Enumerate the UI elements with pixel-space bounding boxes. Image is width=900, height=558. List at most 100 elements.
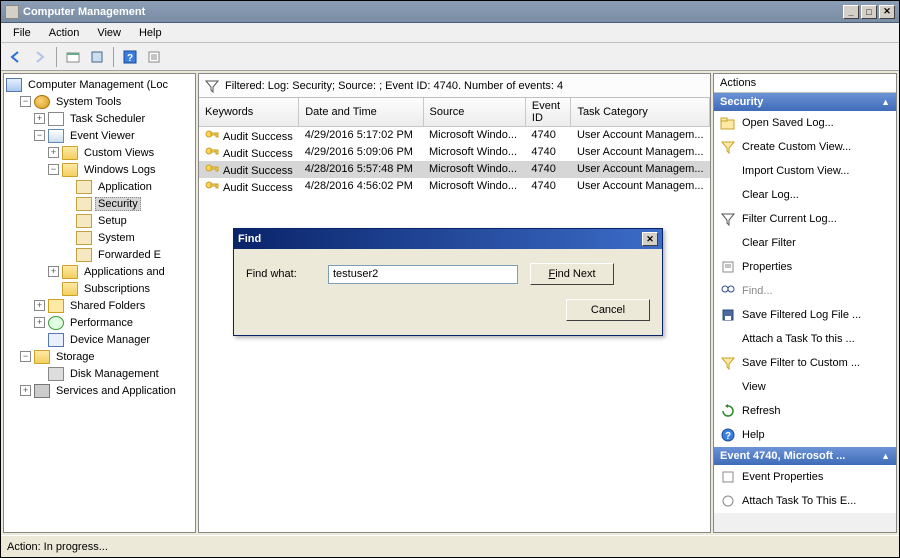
action-open-saved-log[interactable]: Open Saved Log... bbox=[714, 111, 896, 135]
window-title: Computer Management bbox=[23, 6, 843, 18]
menu-view[interactable]: View bbox=[89, 25, 129, 41]
tree-system[interactable]: System bbox=[60, 229, 195, 246]
filter-bar: Filtered: Log: Security; Source: ; Event… bbox=[199, 74, 710, 98]
collapse-arrow-icon: ▲ bbox=[881, 97, 890, 107]
tree-disk-management[interactable]: Disk Management bbox=[32, 365, 195, 382]
tree-shared-folders[interactable]: +Shared Folders bbox=[32, 297, 195, 314]
col-date-time[interactable]: Date and Time bbox=[299, 98, 423, 127]
expand-icon[interactable]: + bbox=[48, 147, 59, 158]
tree-device-manager[interactable]: Device Manager bbox=[32, 331, 195, 348]
find-what-input[interactable] bbox=[328, 265, 518, 284]
key-icon bbox=[205, 179, 219, 191]
app-icon bbox=[5, 5, 19, 19]
action-help[interactable]: ?Help bbox=[714, 423, 896, 447]
toolbar-help-icon[interactable]: ? bbox=[119, 46, 141, 68]
expand-icon[interactable]: + bbox=[20, 385, 31, 396]
menu-file[interactable]: File bbox=[5, 25, 39, 41]
toolbar-separator bbox=[113, 47, 114, 67]
collapse-arrow-icon: ▲ bbox=[881, 451, 890, 461]
collapse-icon[interactable]: − bbox=[20, 351, 31, 362]
window-titlebar: Computer Management _ □ ✕ bbox=[1, 1, 899, 23]
action-properties[interactable]: Properties bbox=[714, 255, 896, 279]
menu-help[interactable]: Help bbox=[131, 25, 170, 41]
toolbar-icon-2[interactable] bbox=[86, 46, 108, 68]
tree-pane[interactable]: Computer Management (Loc −System Tools +… bbox=[3, 73, 196, 533]
action-clear-filter[interactable]: Clear Filter bbox=[714, 231, 896, 255]
actions-pane: Actions Security ▲ Open Saved Log... Cre… bbox=[713, 73, 897, 533]
toolbar-icon-1[interactable] bbox=[62, 46, 84, 68]
action-save-filter-custom[interactable]: Save Filter to Custom ... bbox=[714, 351, 896, 375]
action-filter-current-log[interactable]: Filter Current Log... bbox=[714, 207, 896, 231]
find-next-button[interactable]: Find Next bbox=[530, 263, 614, 285]
actions-section-security[interactable]: Security ▲ bbox=[714, 93, 896, 111]
expand-icon[interactable]: + bbox=[48, 266, 59, 277]
find-dialog: Find ✕ Find what: Find Next Cancel bbox=[233, 228, 663, 336]
menubar: File Action View Help bbox=[1, 23, 899, 43]
find-dialog-titlebar[interactable]: Find ✕ bbox=[234, 229, 662, 249]
tree-custom-views[interactable]: +Custom Views bbox=[46, 144, 195, 161]
tree-root[interactable]: Computer Management (Loc bbox=[4, 76, 195, 93]
collapse-icon[interactable]: − bbox=[20, 96, 31, 107]
collapse-icon[interactable]: − bbox=[34, 130, 45, 141]
action-clear-log[interactable]: Clear Log... bbox=[714, 183, 896, 207]
action-attach-task-event[interactable]: Attach Task To This E... bbox=[714, 489, 896, 513]
expand-icon[interactable]: + bbox=[34, 317, 45, 328]
tree-services-and[interactable]: +Services and Application bbox=[18, 382, 195, 399]
key-icon bbox=[205, 128, 219, 140]
action-event-properties[interactable]: Event Properties bbox=[714, 465, 896, 489]
status-text: Action: In progress... bbox=[7, 541, 108, 553]
action-find[interactable]: Find... bbox=[714, 279, 896, 303]
table-row[interactable]: Audit Success4/28/2016 4:56:02 PMMicroso… bbox=[199, 178, 710, 195]
toolbar: ? bbox=[1, 43, 899, 71]
tree-windows-logs[interactable]: −Windows Logs bbox=[46, 161, 195, 178]
filter-text: Filtered: Log: Security; Source: ; Event… bbox=[225, 80, 563, 92]
svg-text:?: ? bbox=[725, 431, 731, 442]
col-source[interactable]: Source bbox=[423, 98, 525, 127]
tree-subscriptions[interactable]: Subscriptions bbox=[46, 280, 195, 297]
tree-forwarded[interactable]: Forwarded E bbox=[60, 246, 195, 263]
find-dialog-close-button[interactable]: ✕ bbox=[642, 232, 658, 246]
tree-setup[interactable]: Setup bbox=[60, 212, 195, 229]
action-refresh[interactable]: Refresh bbox=[714, 399, 896, 423]
tree-application[interactable]: Application bbox=[60, 178, 195, 195]
tree-system-tools[interactable]: −System Tools bbox=[18, 93, 195, 110]
toolbar-separator bbox=[56, 47, 57, 67]
col-event-id[interactable]: Event ID bbox=[525, 98, 571, 127]
find-dialog-title: Find bbox=[238, 233, 261, 245]
actions-section-event[interactable]: Event 4740, Microsoft ... ▲ bbox=[714, 447, 896, 465]
action-save-filtered[interactable]: Save Filtered Log File ... bbox=[714, 303, 896, 327]
toolbar-icon-3[interactable] bbox=[143, 46, 165, 68]
col-task-category[interactable]: Task Category bbox=[571, 98, 710, 127]
forward-button[interactable] bbox=[29, 46, 51, 68]
tree-security[interactable]: Security bbox=[60, 195, 195, 212]
maximize-button[interactable]: □ bbox=[861, 5, 877, 19]
cancel-button[interactable]: Cancel bbox=[566, 299, 650, 321]
table-row[interactable]: Audit Success4/29/2016 5:17:02 PMMicroso… bbox=[199, 127, 710, 144]
tree-applications-and[interactable]: +Applications and bbox=[46, 263, 195, 280]
key-icon bbox=[205, 162, 219, 174]
action-create-custom-view[interactable]: Create Custom View... bbox=[714, 135, 896, 159]
key-icon bbox=[205, 145, 219, 157]
tree-performance[interactable]: +Performance bbox=[32, 314, 195, 331]
collapse-icon[interactable]: − bbox=[48, 164, 59, 175]
tree-storage[interactable]: −Storage bbox=[18, 348, 195, 365]
statusbar: Action: In progress... bbox=[1, 535, 899, 557]
svg-text:?: ? bbox=[127, 53, 133, 64]
filter-icon bbox=[205, 79, 219, 93]
action-view[interactable]: View bbox=[714, 375, 896, 399]
actions-header: Actions bbox=[714, 74, 896, 93]
col-keywords[interactable]: Keywords bbox=[199, 98, 299, 127]
close-button[interactable]: ✕ bbox=[879, 5, 895, 19]
table-row[interactable]: Audit Success4/28/2016 5:57:48 PMMicroso… bbox=[199, 161, 710, 178]
find-what-label: Find what: bbox=[246, 268, 316, 280]
table-row[interactable]: Audit Success4/29/2016 5:09:06 PMMicroso… bbox=[199, 144, 710, 161]
tree-task-scheduler[interactable]: +Task Scheduler bbox=[32, 110, 195, 127]
expand-icon[interactable]: + bbox=[34, 113, 45, 124]
expand-icon[interactable]: + bbox=[34, 300, 45, 311]
back-button[interactable] bbox=[5, 46, 27, 68]
action-attach-task[interactable]: Attach a Task To this ... bbox=[714, 327, 896, 351]
tree-event-viewer[interactable]: −Event Viewer bbox=[32, 127, 195, 144]
minimize-button[interactable]: _ bbox=[843, 5, 859, 19]
action-import-custom-view[interactable]: Import Custom View... bbox=[714, 159, 896, 183]
menu-action[interactable]: Action bbox=[41, 25, 88, 41]
